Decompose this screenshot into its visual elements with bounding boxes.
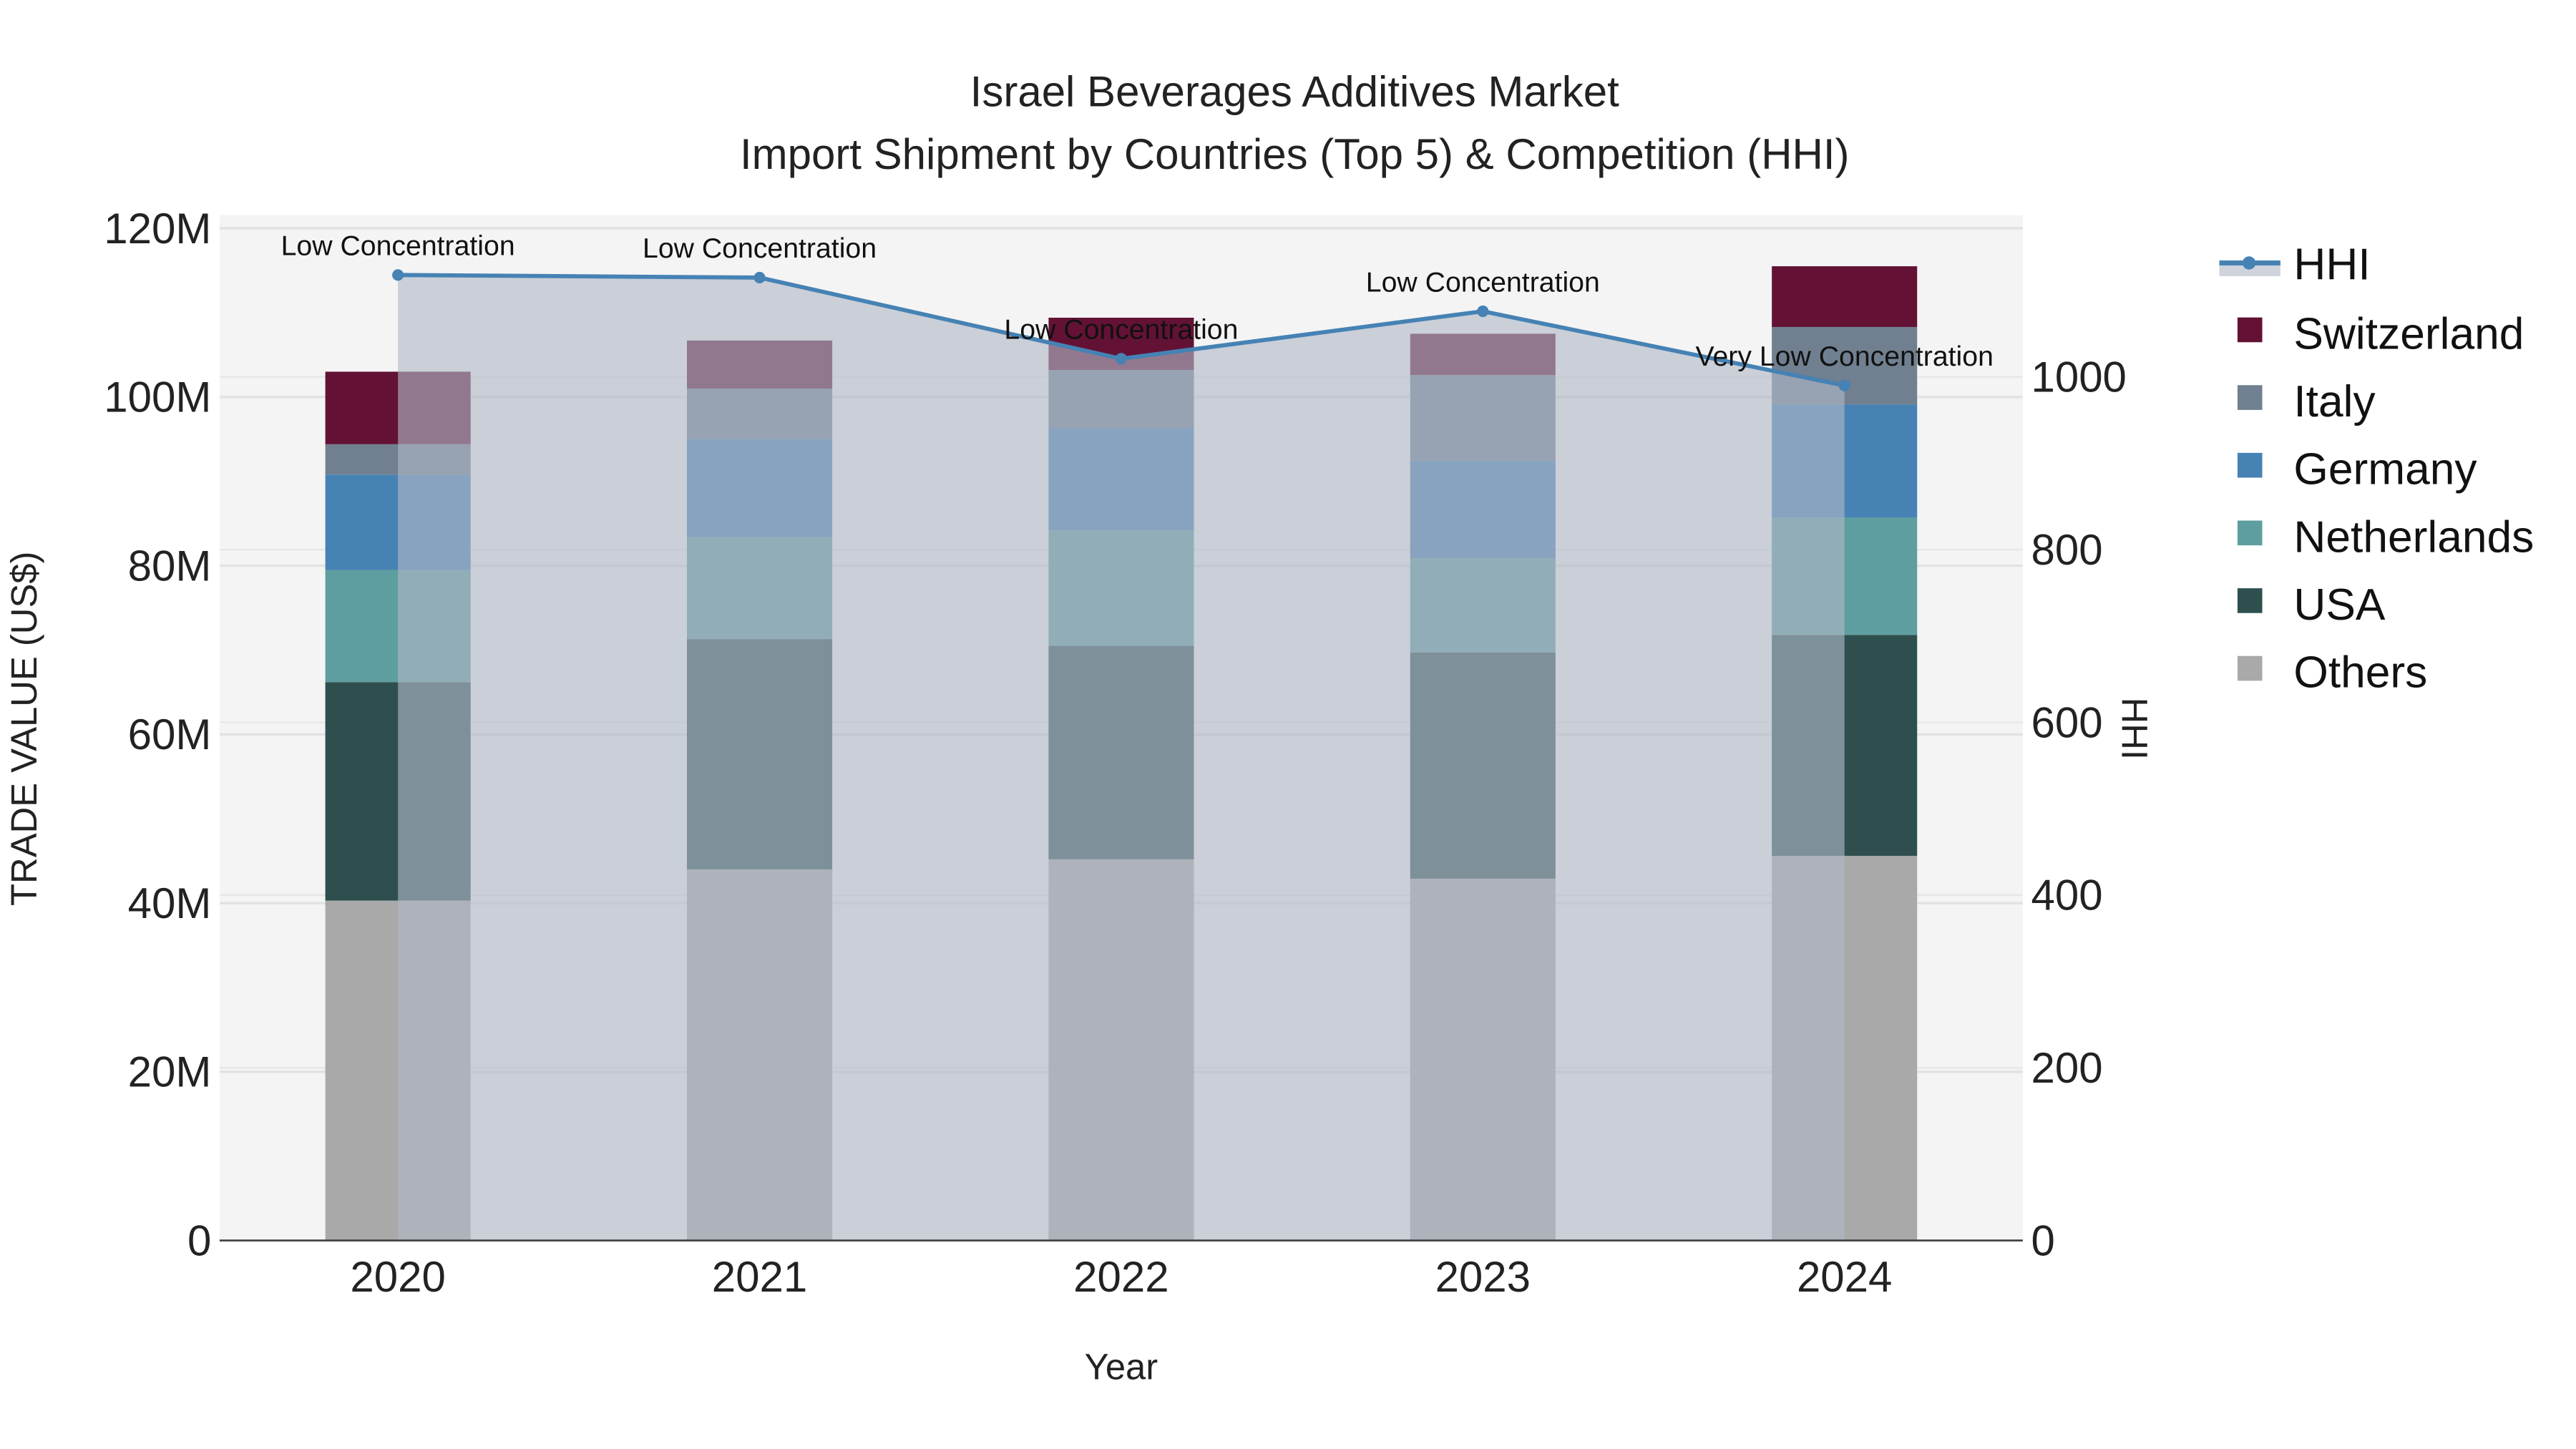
legend-label-others: Others [2293, 648, 2427, 698]
y-tick-label: 40M [128, 879, 212, 927]
y2-tick-label: 800 [2031, 526, 2102, 574]
y2-axis-title: HHI [2114, 698, 2155, 760]
legend-label-switzerland: Switzerland [2293, 309, 2524, 358]
chart: Israel Beverages Additives Market Import… [4, 67, 2534, 1387]
hhi-annotation: Low Concentration [1004, 314, 1238, 346]
x-tick-label: 2024 [1797, 1253, 1892, 1301]
x-tick-label: 2022 [1073, 1253, 1169, 1301]
y2-tick-label: 600 [2031, 698, 2102, 746]
legend-label-hhi: HHI [2293, 240, 2370, 290]
legend-swatch-switzerland [2237, 317, 2263, 343]
hhi-point-2024 [1838, 379, 1850, 391]
y2-tick-label: 1000 [2031, 353, 2126, 401]
hhi-annotation: Low Concentration [1366, 266, 1600, 298]
y-tick-label: 20M [128, 1048, 212, 1096]
hhi-point-2023 [1477, 305, 1489, 318]
y-tick-label: 80M [128, 542, 212, 590]
legend-hhi-marker [2242, 256, 2256, 270]
legend-swatch-germany [2237, 452, 2263, 478]
hhi-annotation: Very Low Concentration [1695, 341, 1993, 372]
x-tick-label: 2020 [350, 1253, 445, 1301]
y-tick-label: 60M [128, 711, 212, 758]
legend-label-usa: USA [2293, 580, 2386, 630]
hhi-annotation: Low Concentration [643, 233, 877, 264]
y-axis-title: TRADE VALUE (US$) [4, 552, 44, 906]
hhi-area [398, 275, 1845, 1241]
hhi-point-2022 [1115, 353, 1127, 365]
legend-swatch-italy [2237, 385, 2263, 410]
x-axis-title: Year [1085, 1347, 1158, 1387]
y-tick-label: 0 [187, 1216, 211, 1264]
legend-swatch-others [2237, 655, 2263, 681]
hhi-point-2020 [392, 269, 404, 281]
legend-swatch-netherlands [2237, 520, 2263, 546]
legend-label-italy: Italy [2293, 377, 2376, 426]
hhi-point-2021 [753, 271, 766, 284]
legend-label-netherlands: Netherlands [2293, 512, 2534, 562]
y-tick-label: 120M [104, 205, 211, 253]
y2-tick-label: 200 [2031, 1044, 2102, 1092]
y-tick-label: 100M [104, 374, 211, 421]
y2-tick-label: 0 [2031, 1216, 2054, 1264]
hhi-annotation: Low Concentration [281, 230, 515, 262]
legend-label-germany: Germany [2293, 445, 2477, 494]
y2-tick-label: 400 [2031, 872, 2102, 919]
x-tick-label: 2023 [1435, 1253, 1531, 1301]
x-tick-label: 2021 [712, 1253, 807, 1301]
legend-swatch-usa [2237, 588, 2263, 613]
bar-switzerland-2024 [1772, 266, 1918, 327]
chart-title-line1: Israel Beverages Additives Market [970, 67, 1619, 115]
chart-title-line2: Import Shipment by Countries (Top 5) & C… [740, 130, 1850, 178]
